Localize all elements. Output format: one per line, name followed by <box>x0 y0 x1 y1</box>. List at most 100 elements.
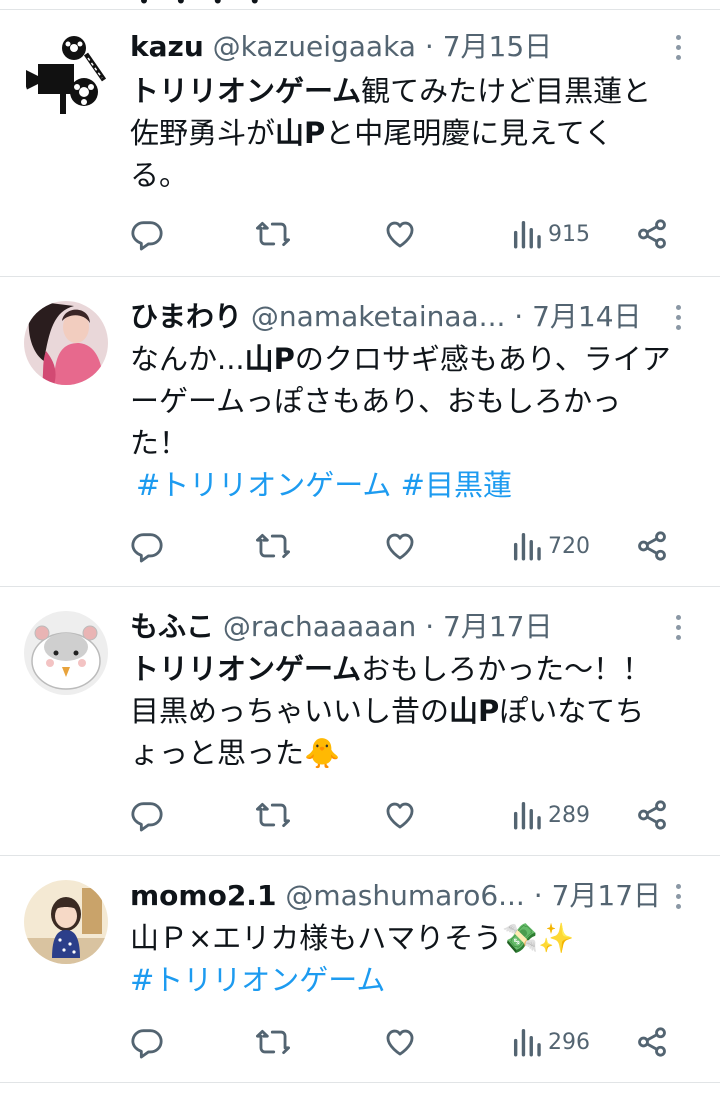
retweet-button[interactable] <box>256 1022 290 1062</box>
like-icon <box>383 217 417 251</box>
user-handle[interactable]: @mashumaro6... <box>285 879 525 912</box>
avatar[interactable] <box>24 301 108 385</box>
tweet-text: トリリオンゲームおもしろかった〜！！ 目黒めっちゃいいし昔の山Pぽいなてち ょっ… <box>130 648 696 774</box>
tweet-item[interactable]: momo2.1 @mashumaro6... · 7月17日 山Ｐ×エリカ様もハ… <box>0 856 720 1083</box>
share-button[interactable] <box>635 526 669 566</box>
tweet-text: トリリオンゲーム観てみたけど目黒蓮と 佐野勇斗が山Pと中尾明慶に見えてく る。 <box>130 70 696 196</box>
like-button[interactable] <box>383 214 417 254</box>
more-icon[interactable] <box>666 876 690 916</box>
reply-button[interactable] <box>130 526 164 566</box>
woman-in-pink-avatar <box>24 301 108 385</box>
user-handle[interactable]: @kazueigaaka <box>213 30 416 63</box>
views-icon <box>510 798 544 832</box>
share-button[interactable] <box>635 795 669 835</box>
views-count: 289 <box>548 802 590 828</box>
tweet-item[interactable]: kazu @kazueigaaka · 7月15日 トリリオンゲーム観てみたけど… <box>0 10 720 277</box>
text-fragment: 佐野勇斗が <box>130 116 276 150</box>
text-fragment: 目黒めっちゃいいし昔の <box>130 694 450 728</box>
views-button[interactable]: 915 <box>510 214 590 254</box>
tweet-header: kazu @kazueigaaka · 7月15日 <box>130 27 660 67</box>
share-button[interactable] <box>635 214 669 254</box>
like-icon <box>383 798 417 832</box>
like-button[interactable] <box>383 1022 417 1062</box>
display-name[interactable]: もふこ <box>130 610 214 643</box>
highlight-keyword: トリリオンゲーム <box>130 74 362 108</box>
action-bar: 915 <box>130 214 696 254</box>
text-fragment: おもしろかった〜！！ <box>361 652 652 686</box>
avatar[interactable] <box>24 32 108 116</box>
tweet-date[interactable]: 7月15日 <box>443 30 552 63</box>
action-bar: 720 <box>130 526 696 566</box>
text-fragment: のクロサギ感もあり、ライア <box>294 342 671 376</box>
tweet-text: 山Ｐ×エリカ様もハマりそう💸✨ #トリリオンゲーム <box>130 917 696 1001</box>
highlight-keyword: 山P <box>244 342 295 376</box>
reply-icon <box>130 1025 164 1059</box>
views-count: 296 <box>548 1029 590 1055</box>
text-fragment: ょっと思った🐥 <box>130 736 341 770</box>
display-name[interactable]: kazu <box>130 30 204 63</box>
user-handle[interactable]: @namaketainaa... <box>251 300 505 333</box>
reply-button[interactable] <box>130 214 164 254</box>
action-bar: 296 <box>130 1022 696 1062</box>
share-icon <box>635 529 669 563</box>
hashtag-link[interactable]: #トリリオンゲーム <box>136 468 391 502</box>
views-icon <box>510 529 544 563</box>
hashtag-link[interactable]: #目黒蓮 <box>401 468 512 502</box>
reply-button[interactable] <box>130 795 164 835</box>
views-button[interactable]: 289 <box>510 795 590 835</box>
reply-button[interactable] <box>130 1022 164 1062</box>
views-button[interactable]: 720 <box>510 526 590 566</box>
reply-icon <box>130 798 164 832</box>
highlight-keyword: トリリオンゲーム <box>130 652 362 686</box>
views-count: 720 <box>548 533 590 559</box>
retweet-button[interactable] <box>256 526 290 566</box>
views-icon <box>510 217 544 251</box>
more-icon[interactable] <box>666 297 690 337</box>
separator-dot: · <box>514 300 524 333</box>
share-icon <box>635 217 669 251</box>
views-button[interactable]: 296 <box>510 1022 590 1062</box>
tweet-header: もふこ @rachaaaaan · 7月17日 <box>130 607 660 647</box>
retweet-icon <box>256 798 290 832</box>
like-button[interactable] <box>383 526 417 566</box>
like-button[interactable] <box>383 795 417 835</box>
like-icon <box>383 1025 417 1059</box>
tweet-header: momo2.1 @mashumaro6... · 7月17日 <box>130 876 660 916</box>
more-icon[interactable] <box>666 27 690 67</box>
highlight-keyword: 山P <box>275 116 326 150</box>
retweet-button[interactable] <box>256 214 290 254</box>
share-icon <box>635 798 669 832</box>
views-count: 915 <box>548 221 590 247</box>
views-icon <box>510 1025 544 1059</box>
retweet-button[interactable] <box>256 795 290 835</box>
hamster-avatar <box>24 611 108 695</box>
retweet-icon <box>256 1025 290 1059</box>
reply-icon <box>130 529 164 563</box>
tweet-date[interactable]: 7月17日 <box>443 610 552 643</box>
avatar[interactable] <box>24 611 108 695</box>
hashtag-link[interactable]: #トリリオンゲーム <box>130 963 385 997</box>
display-name[interactable]: momo2.1 <box>130 879 276 912</box>
text-fragment: と中尾明慶に見えてく <box>325 116 613 150</box>
highlight-keyword: 山P <box>449 694 500 728</box>
tweet-text: なんか...山Pのクロサギ感もあり、ライア ーゲームっぽさもあり、おもしろかっ … <box>130 338 696 506</box>
text-fragment: 山Ｐ×エリカ様もハマりそう💸✨ <box>130 921 575 955</box>
previous-tweet-edge: ・ ・ ・ ・ <box>0 0 720 10</box>
user-handle[interactable]: @rachaaaaan <box>223 610 416 643</box>
text-fragment: ーゲームっぽさもあり、おもしろかっ <box>130 384 621 418</box>
avatar[interactable] <box>24 880 108 964</box>
share-button[interactable] <box>635 1022 669 1062</box>
separator-dot: · <box>533 879 543 912</box>
tweet-date[interactable]: 7月14日 <box>532 300 641 333</box>
text-fragment: 観てみたけど目黒蓮と <box>361 74 652 108</box>
share-icon <box>635 1025 669 1059</box>
tweet-item[interactable]: ひまわり @namaketainaa... · 7月14日 なんか...山Pのク… <box>0 277 720 587</box>
separator-dot: · <box>425 610 435 643</box>
text-fragment: なんか... <box>130 342 245 376</box>
tweet-date[interactable]: 7月17日 <box>552 879 660 912</box>
text-fragment: る。 <box>130 158 189 192</box>
tweet-item[interactable]: もふこ @rachaaaaan · 7月17日 トリリオンゲームおもしろかった〜… <box>0 587 720 856</box>
more-icon[interactable] <box>666 607 690 647</box>
girl-illustration-avatar <box>24 880 108 964</box>
display-name[interactable]: ひまわり <box>130 300 242 333</box>
